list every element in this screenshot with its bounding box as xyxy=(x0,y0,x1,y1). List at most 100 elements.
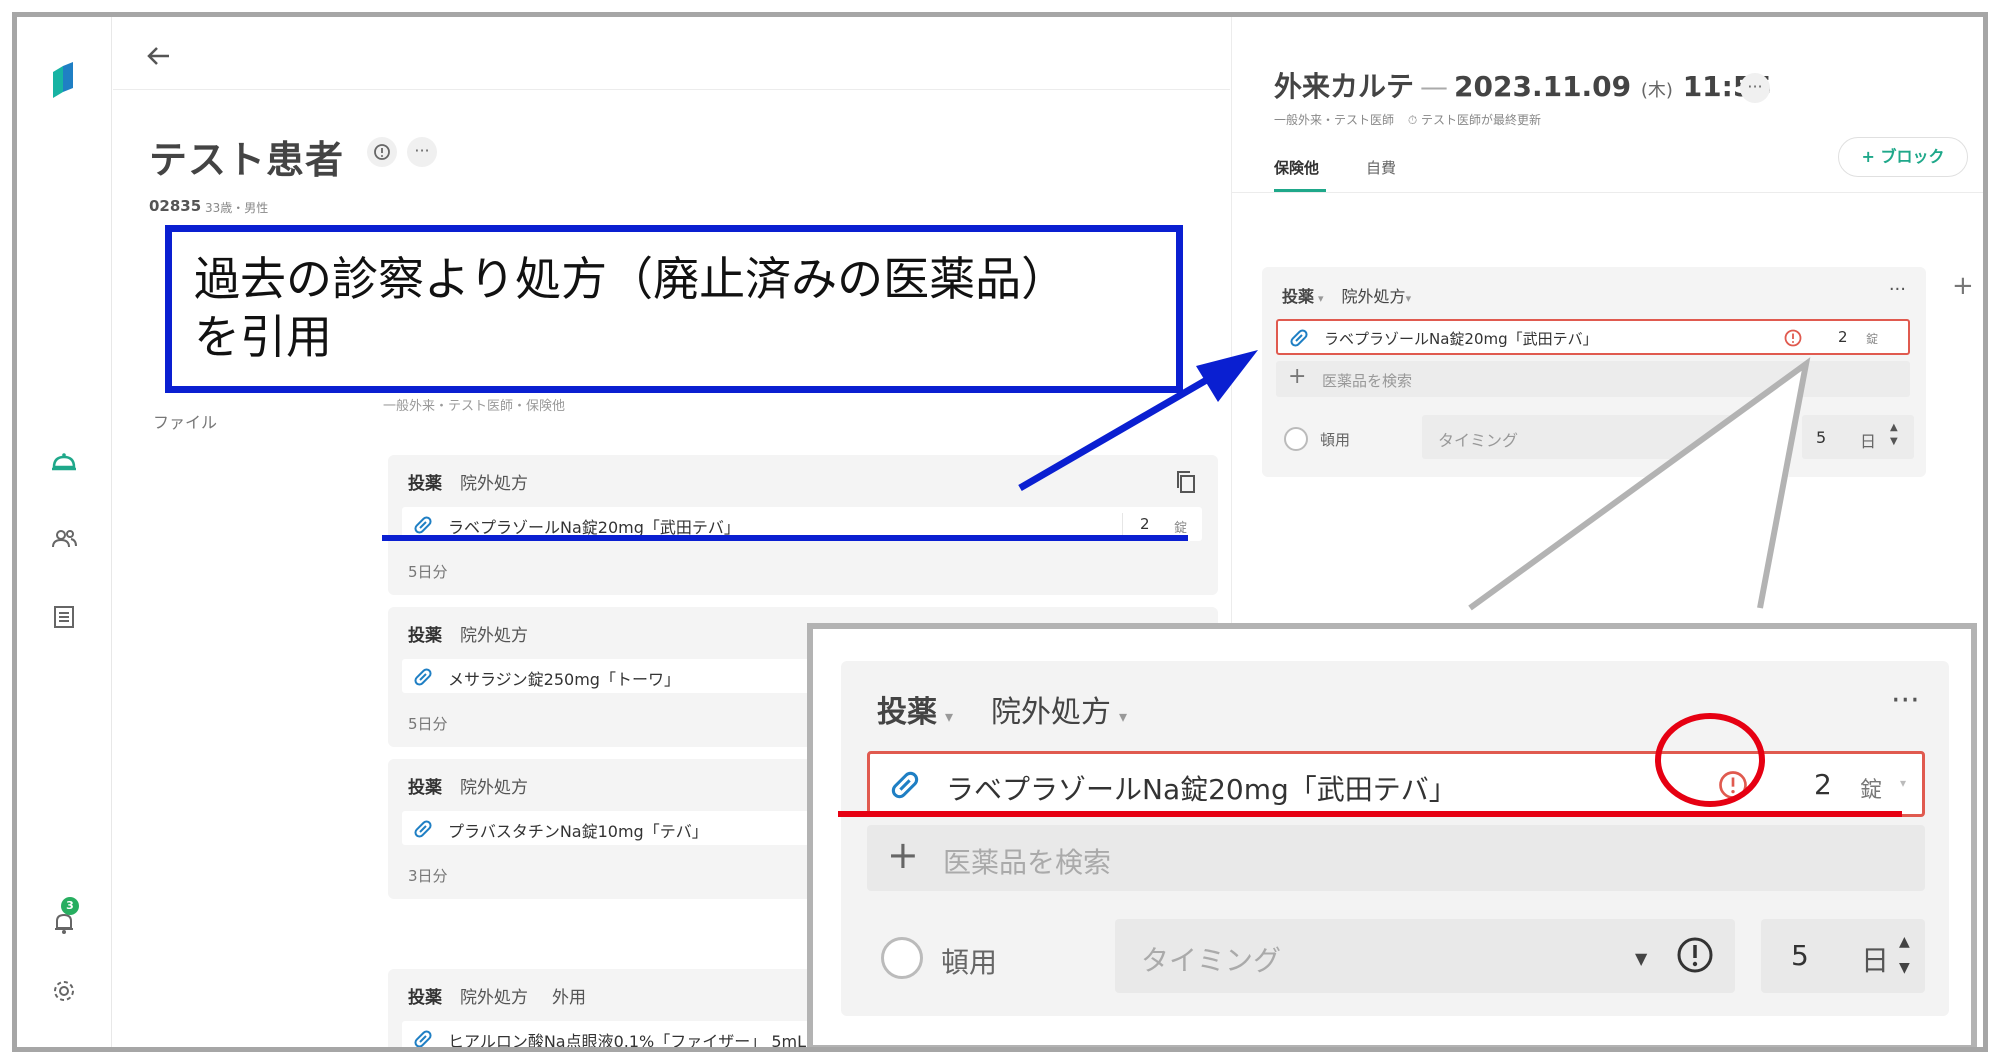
prescription-category: 院外処方 xyxy=(460,988,528,1008)
prescription-type: 投薬 xyxy=(408,778,442,798)
drug-search-placeholder: 医薬品を検索 xyxy=(943,846,1112,879)
chevron-down-icon: ▾ xyxy=(945,707,954,726)
plus-icon: + xyxy=(887,833,919,877)
karte-type: 外来カルテ xyxy=(1274,70,1415,103)
warning-icon[interactable] xyxy=(1718,770,1748,800)
order-type[interactable]: 投薬 xyxy=(1282,287,1314,306)
timing-alert-icon[interactable] xyxy=(1675,935,1715,975)
title-dash: — xyxy=(1420,70,1449,103)
tab-self-pay[interactable]: 自費 xyxy=(1366,157,1396,178)
order-category[interactable]: 院外処方 xyxy=(1342,287,1406,306)
prescription-header: 投薬 院外処方 外用 xyxy=(408,983,610,1008)
prescription-header: 投薬 院外処方 xyxy=(408,469,552,494)
prescription-type: 投薬 xyxy=(408,626,442,646)
prescription-extra: 外用 xyxy=(552,988,586,1008)
days-unit: 日 xyxy=(1860,432,1877,451)
tabs-divider xyxy=(1232,192,1983,193)
callout-line-1: 過去の診察より処方（廃止済みの医薬品） xyxy=(194,252,1068,306)
drug-unit[interactable]: 錠 xyxy=(1860,772,1882,804)
drug-name: ヒアルロン酸Na点眼液0.1%「ファイザー」 5mL xyxy=(448,1032,807,1051)
order-card: 投薬 ▾ 院外処方▾ ··· ラベプラゾールNa錠20mg「武田テバ」 2 錠 + xyxy=(1262,267,1926,477)
prescription-category: 院外処方 xyxy=(460,778,528,798)
plus-icon: + xyxy=(1288,364,1307,389)
as-needed-radio[interactable] xyxy=(881,937,923,979)
stepper-arrows-icon[interactable]: ▲ ▼ xyxy=(1899,929,1910,981)
drug-quantity[interactable]: 2 xyxy=(1838,328,1848,346)
drug-unit[interactable]: 錠 xyxy=(1866,330,1878,347)
history-clock-icon: ⏱ xyxy=(1407,113,1418,127)
days-stepper[interactable]: 5 日 ▲ ▼ xyxy=(1802,415,1914,459)
prescription-line[interactable]: ラベプラゾールNa錠20mg「武田テバ」 2 錠 xyxy=(402,507,1202,541)
patient-more-button[interactable]: ··· xyxy=(407,137,437,167)
patients-icon[interactable] xyxy=(50,525,78,553)
drug-name: ラベプラゾールNa錠20mg「武田テバ」 xyxy=(448,518,740,537)
nav-rail: 3 xyxy=(17,17,112,1047)
pill-icon xyxy=(414,1030,432,1047)
prescription-days: 5日分 xyxy=(408,563,448,581)
chevron-down-icon: ▾ xyxy=(1900,776,1907,790)
divider xyxy=(1122,513,1123,535)
prescription-type: 投薬 xyxy=(408,474,442,494)
zoom-order-card: 投薬 ▾ 院外処方 ▾ ··· ラベプラゾールNa錠20mg「武田テバ」 2 錠 ▾ xyxy=(841,661,1949,1016)
back-arrow-icon[interactable] xyxy=(143,41,173,71)
order-header: 投薬 ▾ 院外処方▾ xyxy=(1282,283,1429,307)
stepper-arrows-icon[interactable]: ▲ ▼ xyxy=(1890,421,1898,449)
zoom-drug-search-input[interactable]: + 医薬品を検索 xyxy=(867,825,1925,891)
timing-placeholder: タイミング xyxy=(1438,431,1519,450)
app-logo-icon[interactable] xyxy=(51,62,75,100)
timing-select[interactable]: タイミング xyxy=(1422,415,1752,459)
zoom-order-header: 投薬 ▾ 院外処方 ▾ xyxy=(877,687,1165,731)
days-value: 5 xyxy=(1816,428,1827,447)
prescription-header: 投薬 院外処方 xyxy=(408,621,552,646)
days-stepper[interactable]: 5 日 ▲ ▼ xyxy=(1761,919,1925,993)
chevron-down-icon: ▼ xyxy=(1635,949,1648,968)
prescription-type: 投薬 xyxy=(408,988,442,1008)
days-unit: 日 xyxy=(1861,944,1890,977)
drug-name: メサラジン錠250mg「トーワ」 xyxy=(448,670,680,689)
prescription-category: 院外処方 xyxy=(460,626,528,646)
list-icon[interactable] xyxy=(50,603,78,631)
patient-alert-icon[interactable] xyxy=(367,137,397,167)
timing-select[interactable]: タイミング ▼ xyxy=(1115,919,1735,993)
order-more-button[interactable]: ··· xyxy=(1891,683,1920,718)
zoom-inset: 投薬 ▾ 院外処方 ▾ ··· ラベプラゾールNa錠20mg「武田テバ」 2 錠 ▾ xyxy=(807,623,1977,1047)
drug-quantity[interactable]: 2 xyxy=(1814,768,1832,801)
karte-date: 2023.11.09 xyxy=(1454,70,1632,103)
header-divider xyxy=(113,89,1230,90)
drug-quantity: 2 xyxy=(1140,515,1150,533)
as-needed-label: 頓用 xyxy=(941,946,998,979)
add-block-button[interactable]: + ブロック xyxy=(1838,137,1968,177)
karte-subtitle: 一般外来・テスト医師 ⏱ テスト医師が最終更新 xyxy=(1274,111,1541,128)
pill-icon xyxy=(414,516,432,534)
prescription-days: 5日分 xyxy=(408,715,448,733)
karte-more-button[interactable]: ··· xyxy=(1740,73,1770,103)
as-needed-radio[interactable] xyxy=(1284,427,1308,451)
notification-count-badge: 3 xyxy=(61,897,79,915)
order-drug-line[interactable]: ラベプラゾールNa錠20mg「武田テバ」 2 錠 xyxy=(1276,319,1910,355)
last-updated: テスト医師が最終更新 xyxy=(1421,113,1542,127)
as-needed-label: 頓用 xyxy=(1320,431,1351,449)
zoom-order-drug-line[interactable]: ラベプラゾールNa錠20mg「武田テバ」 2 錠 ▾ xyxy=(867,751,1925,817)
reception-bell-icon[interactable] xyxy=(50,447,78,475)
pill-icon xyxy=(891,771,919,799)
tab-insurance[interactable]: 保険他 xyxy=(1274,157,1319,178)
history-meta: 一般外来・テスト医師・保険他 xyxy=(383,399,566,414)
karte-weekday: (木) xyxy=(1640,80,1673,101)
warning-icon[interactable] xyxy=(1784,329,1802,347)
order-more-button[interactable]: ··· xyxy=(1889,279,1906,300)
chevron-down-icon: ▾ xyxy=(1318,292,1324,305)
drug-search-input[interactable]: + 医薬品を検索 xyxy=(1276,361,1910,397)
screenshot-frame: 3 テスト患者 ··· 02835 33歳・男性 ファイル 一般外来・テスト医師… xyxy=(12,12,1988,1052)
prescription-category: 院外処方 xyxy=(460,474,528,494)
order-type[interactable]: 投薬 xyxy=(877,695,937,730)
settings-gear-icon[interactable] xyxy=(50,977,78,1005)
karte-title: 外来カルテ —2023.11.09 (木) 11:55 xyxy=(1274,65,1772,105)
timing-placeholder: タイミング xyxy=(1141,944,1282,977)
copy-icon[interactable] xyxy=(1174,469,1198,495)
chevron-down-icon: ▾ xyxy=(1119,707,1128,726)
add-order-plus-icon[interactable]: + xyxy=(1952,271,1974,301)
files-label[interactable]: ファイル xyxy=(153,409,217,433)
pill-icon xyxy=(414,668,432,686)
drug-name: プラバスタチンNa錠10mg「テバ」 xyxy=(448,822,708,841)
order-category[interactable]: 院外処方 xyxy=(991,695,1111,730)
